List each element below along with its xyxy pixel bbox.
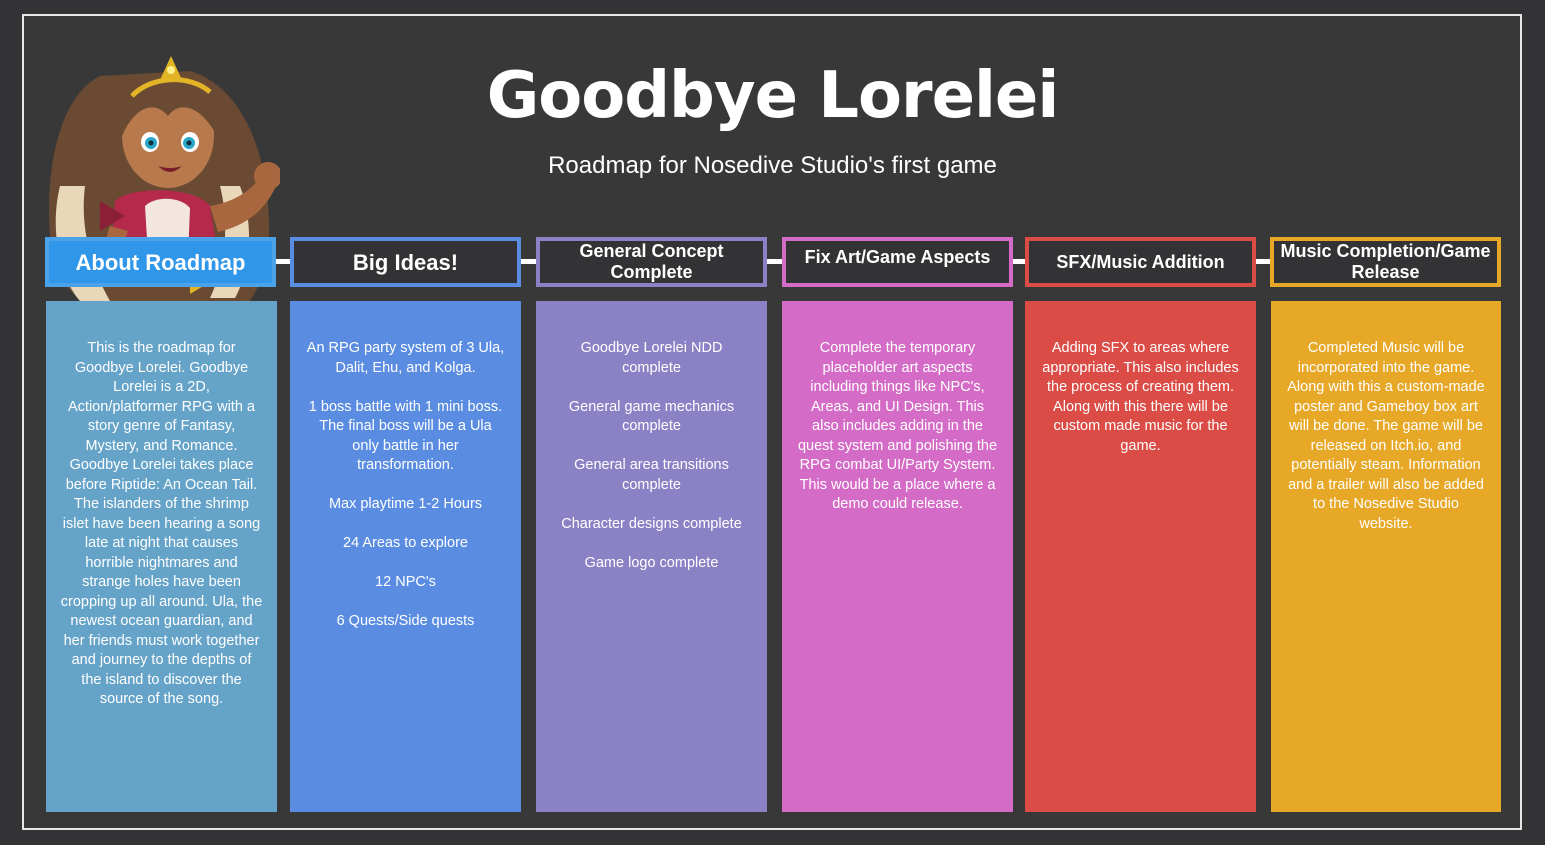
stage-header-general-concept[interactable]: General Concept Complete	[536, 237, 767, 287]
stage-column-fix-art: Complete the temporary placeholder art a…	[782, 301, 1013, 812]
stage-column-release: Completed Music will be incorporated int…	[1271, 301, 1501, 812]
page-title: Goodbye Lorelei	[486, 59, 1060, 133]
stage-column-general-concept: Goodbye Lorelei NDD complete General gam…	[536, 301, 767, 812]
stage-column-sfx-music: Adding SFX to areas where appropriate. T…	[1025, 301, 1256, 812]
stage-header-sfx-music[interactable]: SFX/Music Addition	[1025, 237, 1256, 287]
stage-column-big-ideas: An RPG party system of 3 Ula, Dalit, Ehu…	[290, 301, 521, 812]
stage-header-about-roadmap[interactable]: About Roadmap	[45, 237, 276, 287]
stage-header-big-ideas[interactable]: Big Ideas!	[290, 237, 521, 287]
stage-header-release[interactable]: Music Completion/Game Release	[1270, 237, 1501, 287]
page-subtitle: Roadmap for Nosedive Studio's first game	[548, 152, 997, 179]
stage-column-about-roadmap: This is the roadmap for Goodbye Lorelei.…	[46, 301, 277, 812]
stage-header-fix-art[interactable]: Fix Art/Game Aspects	[782, 237, 1013, 287]
